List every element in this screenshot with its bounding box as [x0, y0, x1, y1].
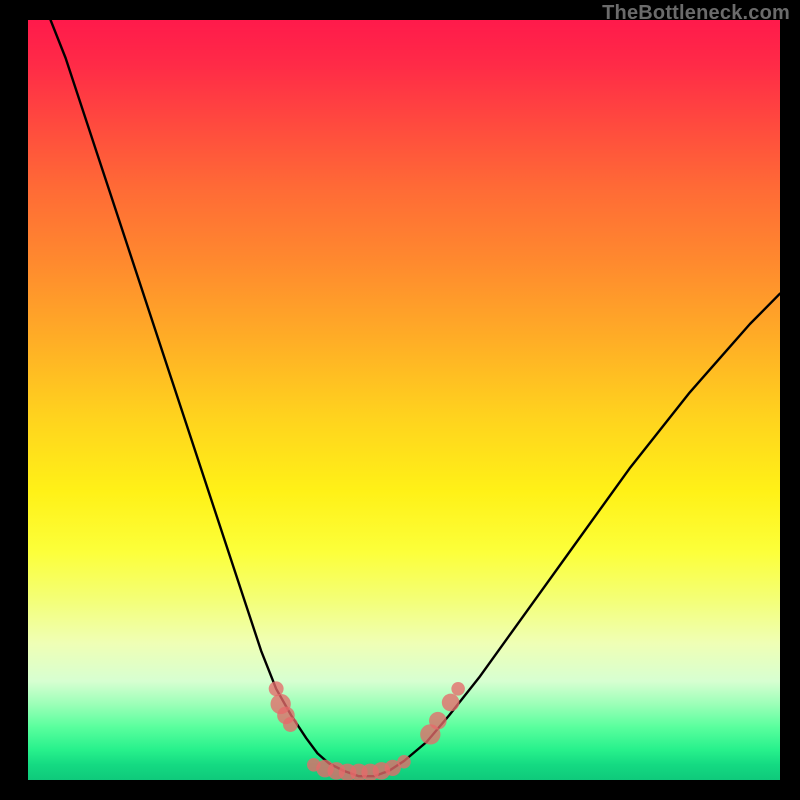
marker-group	[269, 681, 465, 780]
chart-frame: TheBottleneck.com	[0, 0, 800, 800]
marker-point	[283, 717, 298, 732]
curve-svg	[28, 20, 780, 780]
plot-area	[28, 20, 780, 780]
marker-point	[429, 712, 447, 730]
marker-point	[442, 694, 460, 712]
marker-point	[451, 682, 465, 696]
marker-point	[397, 755, 411, 769]
bottleneck-curve	[51, 20, 780, 776]
